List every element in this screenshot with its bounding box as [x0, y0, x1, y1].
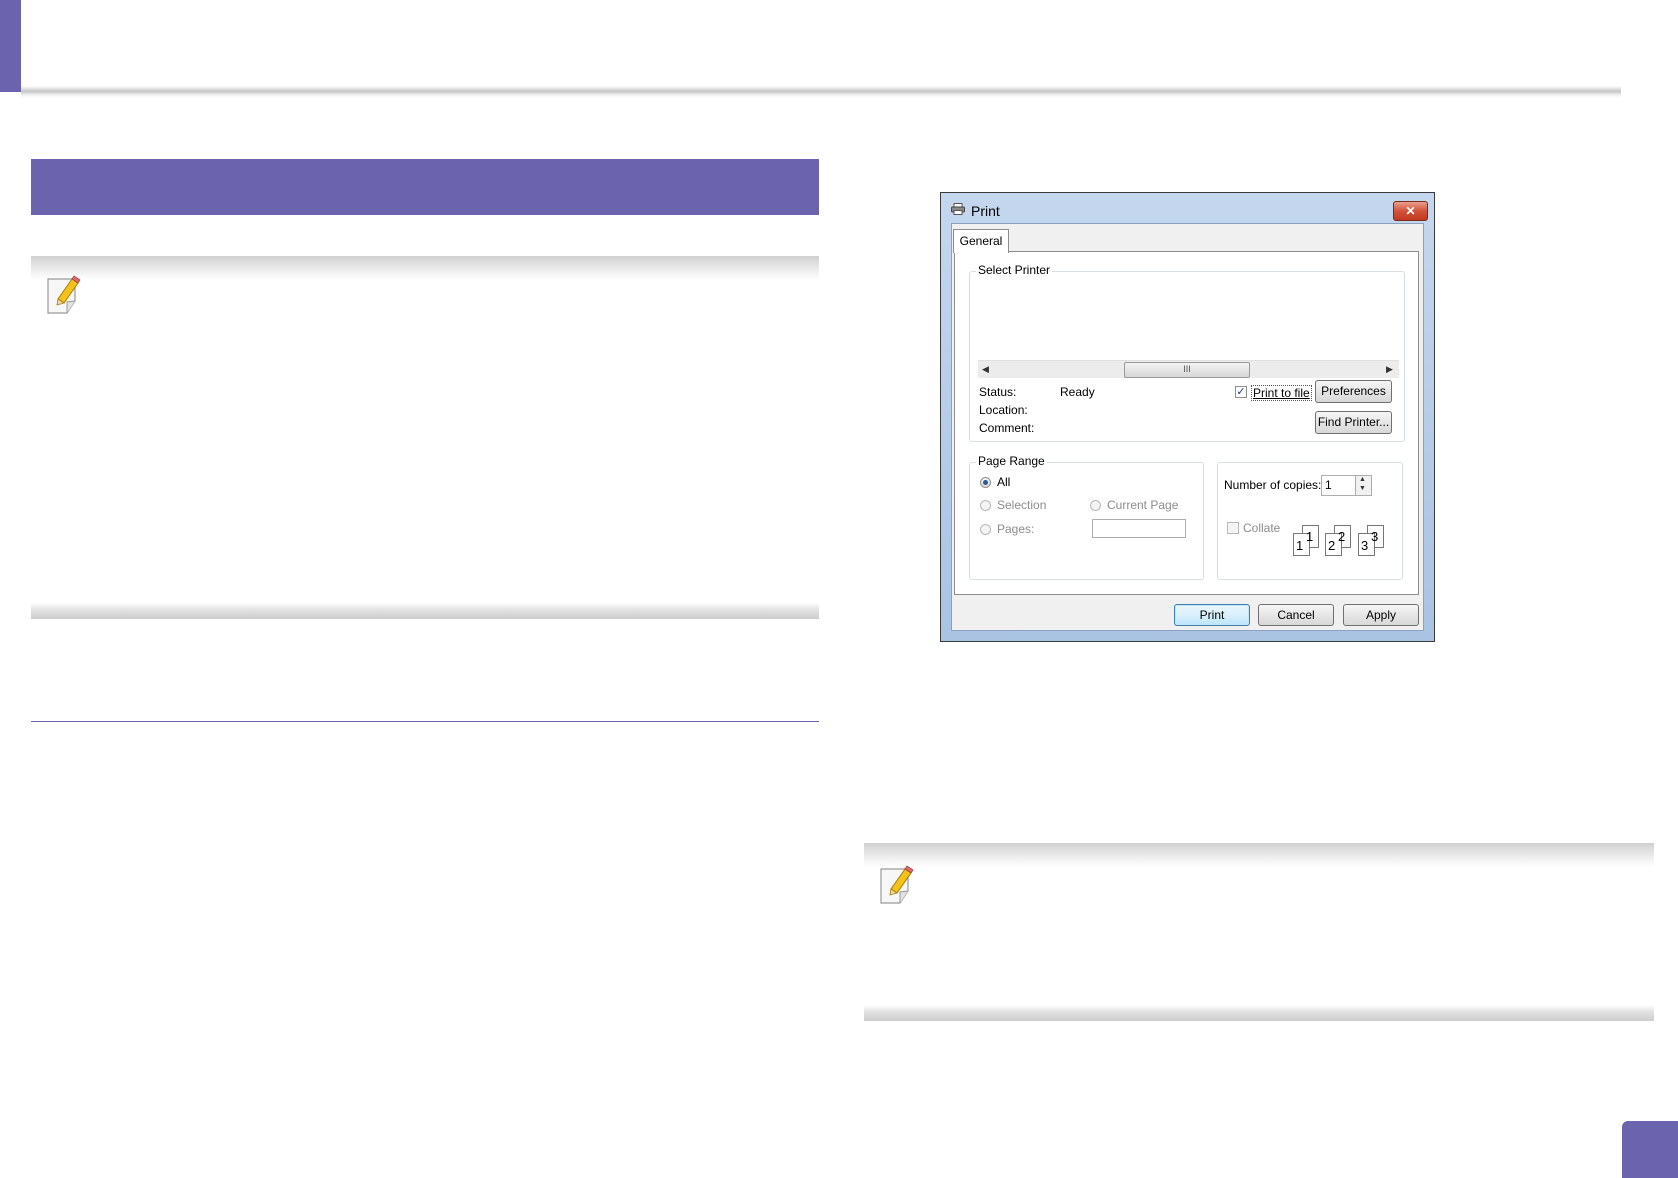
comment-label: Comment:: [979, 421, 1035, 435]
status-label: Status:: [979, 385, 1017, 399]
note-box-top-border: [31, 256, 819, 280]
collate-digit: 1: [1296, 538, 1304, 553]
selection-radio[interactable]: [980, 500, 991, 511]
pages-input[interactable]: [1092, 519, 1186, 538]
note-pencil-icon: [45, 275, 83, 320]
close-icon: ✕: [1405, 204, 1416, 218]
all-label[interactable]: All: [997, 475, 1010, 489]
print-to-file-label[interactable]: Print to file: [1251, 385, 1312, 401]
collate-checkbox[interactable]: [1227, 522, 1239, 534]
copies-input[interactable]: 1: [1321, 475, 1356, 496]
spin-down-icon[interactable]: ▼: [1359, 485, 1366, 492]
pages-label[interactable]: Pages:: [997, 522, 1034, 536]
tab-general[interactable]: General: [953, 229, 1009, 253]
selection-label[interactable]: Selection: [997, 498, 1046, 512]
note-box-top-border: [864, 843, 1654, 867]
section-separator: [31, 721, 819, 722]
collate-pages-icon: 1 1 2 2 3 3: [1290, 525, 1390, 559]
collate-digit: 2: [1328, 538, 1336, 553]
scroll-left-arrow-icon[interactable]: ◀: [982, 364, 989, 375]
printer-icon: [951, 203, 965, 215]
select-printer-group: Select Printer ◀ III ▶ Status: Ready Loc…: [969, 263, 1405, 442]
location-label: Location:: [979, 403, 1028, 417]
printer-list-scrollbar[interactable]: ◀ III ▶: [978, 360, 1399, 378]
number-of-copies-label: Number of copies:: [1224, 478, 1322, 492]
print-dialog: Print ✕ General Select Printer ◀ III ▶ S…: [940, 192, 1435, 642]
preferences-button[interactable]: Preferences: [1315, 380, 1392, 403]
general-tab-panel: Select Printer ◀ III ▶ Status: Ready Loc…: [954, 251, 1419, 595]
collate-digit: 3: [1361, 538, 1369, 553]
page-range-legend: Page Range: [976, 454, 1047, 468]
select-printer-legend: Select Printer: [976, 263, 1053, 277]
printer-list[interactable]: [976, 282, 1397, 358]
left-accent-bar: [0, 0, 21, 92]
current-page-radio[interactable]: [1090, 500, 1101, 511]
print-button[interactable]: Print: [1174, 604, 1250, 626]
page-number-tab: [1622, 1121, 1678, 1178]
collate-digit: 2: [1338, 529, 1346, 544]
scroll-thumb[interactable]: III: [1124, 362, 1250, 378]
collate-digit: 1: [1306, 529, 1314, 544]
collate-digit: 3: [1371, 529, 1379, 544]
current-page-label[interactable]: Current Page: [1107, 498, 1178, 512]
all-radio[interactable]: [980, 477, 991, 488]
spin-up-icon[interactable]: ▲: [1359, 476, 1366, 483]
note-box-bottom-border: [864, 1005, 1654, 1021]
note-pencil-icon: [878, 865, 916, 910]
print-to-file-checkbox[interactable]: ✓: [1235, 386, 1247, 398]
apply-button[interactable]: Apply: [1343, 604, 1419, 626]
status-value: Ready: [1060, 385, 1095, 399]
close-button[interactable]: ✕: [1393, 201, 1428, 221]
cancel-button[interactable]: Cancel: [1258, 604, 1334, 626]
pages-radio[interactable]: [980, 524, 991, 535]
collate-label[interactable]: Collate: [1243, 521, 1280, 535]
dialog-title: Print: [971, 203, 1000, 219]
find-printer-button[interactable]: Find Printer...: [1315, 411, 1392, 434]
note-box-bottom-border: [31, 603, 819, 619]
copies-value: 1: [1325, 478, 1332, 492]
header-rule: [21, 86, 1621, 98]
page-range-group: Page Range All Selection Current Page Pa…: [969, 454, 1204, 580]
scroll-right-arrow-icon[interactable]: ▶: [1386, 364, 1393, 375]
copies-spinner[interactable]: ▲ ▼: [1355, 475, 1372, 496]
section-heading-bar: [31, 159, 819, 215]
copies-group: Number of copies: 1 ▲ ▼ Collate 1 1 2 2: [1217, 462, 1403, 580]
